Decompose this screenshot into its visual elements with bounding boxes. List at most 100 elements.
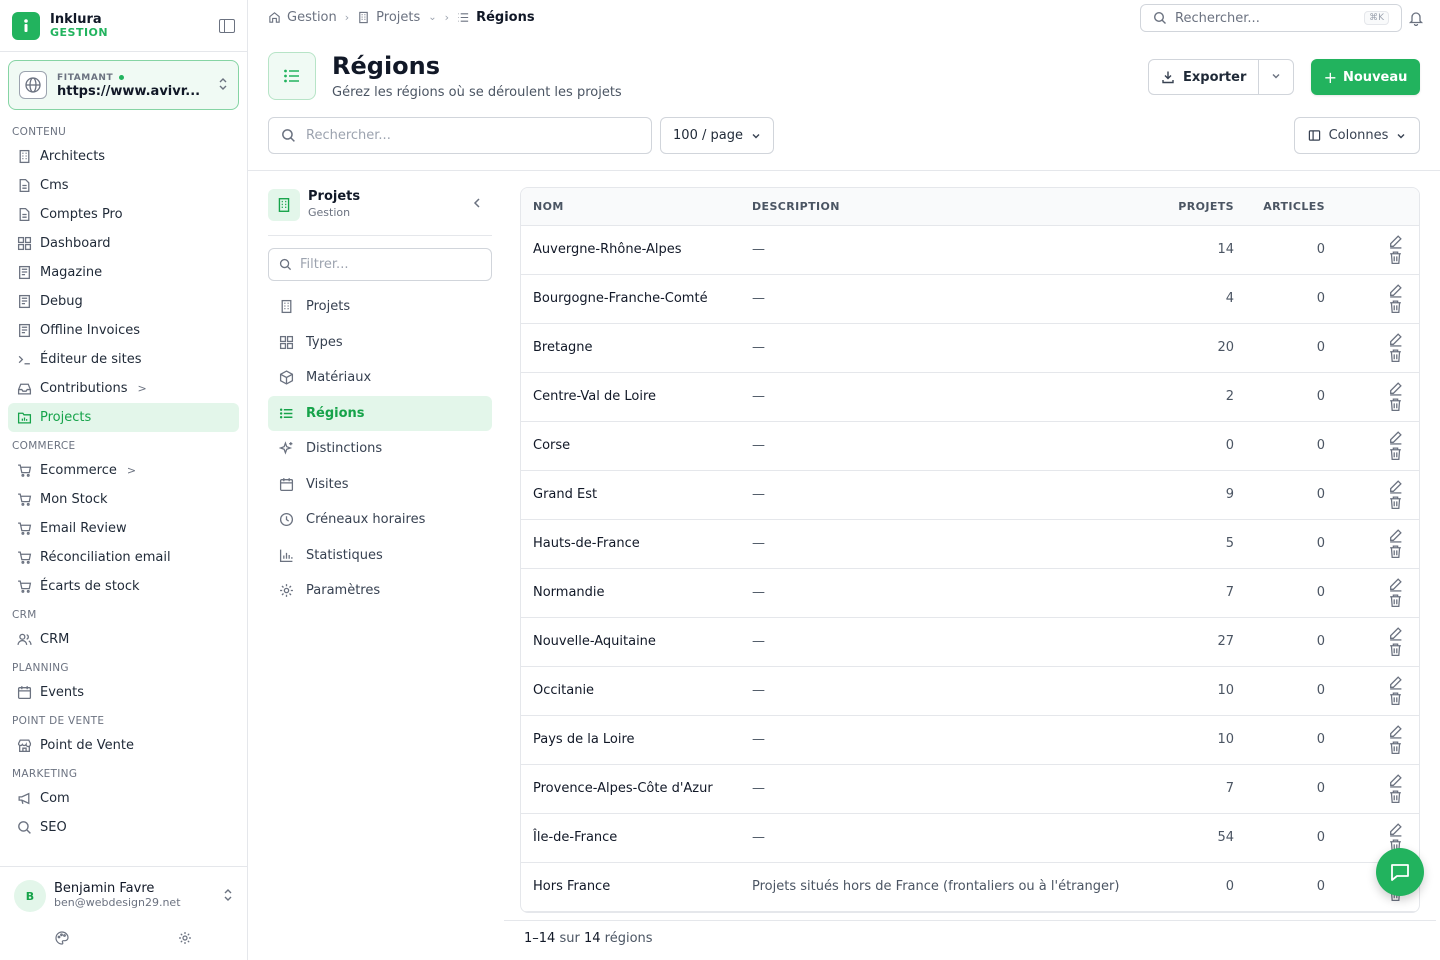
cell-actions	[1337, 421, 1419, 471]
edit-icon[interactable]	[1387, 283, 1403, 299]
subnav-item-regions[interactable]: Régions	[268, 395, 492, 431]
site-switcher[interactable]: FITAMANT https://www.avivr...	[8, 60, 239, 110]
new-button[interactable]: + Nouveau	[1311, 59, 1420, 95]
sidebar-item-label: Debug	[40, 294, 83, 309]
settings-gear-icon[interactable]	[178, 931, 192, 949]
subnav-item-materiaux[interactable]: Matériaux	[268, 360, 492, 396]
sidebar-item-ecarts-de-stock[interactable]: Écarts de stock	[8, 572, 239, 601]
edit-icon[interactable]	[1387, 234, 1403, 250]
sidebar-item-cms[interactable]: Cms	[8, 171, 239, 200]
subnav-item-statistiques[interactable]: Statistiques	[268, 538, 492, 574]
subnav-filter-input[interactable]	[300, 257, 470, 272]
export-options-chevron-icon[interactable]	[1259, 70, 1293, 85]
sidebar-item-point-de-vente[interactable]: Point de Vente	[8, 731, 239, 760]
sidebar-item-offline-invoices[interactable]: Offline Invoices	[8, 316, 239, 345]
edit-icon[interactable]	[1387, 724, 1403, 740]
trash-icon[interactable]	[1387, 740, 1403, 756]
bell-icon[interactable]	[1408, 10, 1424, 30]
sidebar-item-contributions[interactable]: Contributions >	[8, 374, 239, 403]
global-search[interactable]: Rechercher... ⌘K	[1140, 4, 1402, 32]
per-page-select[interactable]: 100 / page	[660, 117, 774, 154]
column-header-nom[interactable]: NOM	[521, 188, 740, 226]
table-row[interactable]: Normandie —7 0	[521, 568, 1419, 618]
edit-icon[interactable]	[1387, 773, 1403, 789]
edit-icon[interactable]	[1387, 479, 1403, 495]
sidebar-item-email-review[interactable]: Email Review	[8, 514, 239, 543]
search-icon	[1153, 11, 1167, 25]
trash-icon[interactable]	[1387, 495, 1403, 511]
subnav-item-types[interactable]: Types	[268, 325, 492, 361]
building-icon	[16, 149, 32, 165]
breadcrumb-home[interactable]: Gestion	[268, 10, 337, 25]
trash-icon[interactable]	[1387, 299, 1403, 315]
subnav-item-distinctions[interactable]: Distinctions	[268, 431, 492, 467]
trash-icon[interactable]	[1387, 593, 1403, 609]
brand-logo[interactable]	[12, 11, 40, 40]
columns-button[interactable]: Colonnes	[1294, 117, 1420, 154]
edit-icon[interactable]	[1387, 528, 1403, 544]
sidebar-item-architects[interactable]: Architects	[8, 142, 239, 171]
sidebar-item-events[interactable]: Events	[8, 678, 239, 707]
table-row[interactable]: Provence-Alpes-Côte d'Azur —7 0	[521, 764, 1419, 814]
table-row[interactable]: Bretagne —20 0	[521, 323, 1419, 373]
edit-icon[interactable]	[1387, 822, 1403, 838]
table-row[interactable]: Auvergne-Rhône-Alpes —14 0	[521, 225, 1419, 275]
subnav-item-creneaux-horaires[interactable]: Créneaux horaires	[268, 502, 492, 538]
edit-icon[interactable]	[1387, 332, 1403, 348]
chevron-left-icon[interactable]	[472, 197, 482, 213]
edit-icon[interactable]	[1387, 675, 1403, 691]
table-row[interactable]: Corse —0 0	[521, 421, 1419, 471]
table-row[interactable]: Pays de la Loire —10 0	[521, 715, 1419, 765]
sidebar-item-crm[interactable]: CRM	[8, 625, 239, 654]
edit-icon[interactable]	[1387, 577, 1403, 593]
column-header-projets[interactable]: PROJETS	[1140, 188, 1246, 226]
table-row[interactable]: Grand Est —9 0	[521, 470, 1419, 520]
trash-icon[interactable]	[1387, 789, 1403, 805]
cell-articles: 0	[1246, 372, 1337, 422]
edit-icon[interactable]	[1387, 381, 1403, 397]
sidebar-item-reconciliation-email[interactable]: Réconciliation email	[8, 543, 239, 572]
trash-icon[interactable]	[1387, 250, 1403, 266]
table-row[interactable]: Hors France Projets situés hors de France…	[521, 862, 1419, 912]
sidebar-item-mon-stock[interactable]: Mon Stock	[8, 485, 239, 514]
subnav-item-projets[interactable]: Projets	[268, 289, 492, 325]
trash-icon[interactable]	[1387, 642, 1403, 658]
sidebar-item-ecommerce[interactable]: Ecommerce >	[8, 456, 239, 485]
column-header-articles[interactable]: ARTICLES	[1246, 188, 1337, 226]
palette-icon[interactable]	[55, 931, 69, 949]
sidebar-item-editeur-de-sites[interactable]: Éditeur de sites	[8, 345, 239, 374]
trash-icon[interactable]	[1387, 397, 1403, 413]
cell-projets: 14	[1140, 225, 1246, 275]
table-row[interactable]: Île-de-France —54 0	[521, 813, 1419, 863]
table-row[interactable]: Occitanie —10 0	[521, 666, 1419, 716]
subnav-item-parametres[interactable]: Paramètres	[268, 573, 492, 609]
sidebar-item-dashboard[interactable]: Dashboard	[8, 229, 239, 258]
sidebar-item-magazine[interactable]: Magazine	[8, 258, 239, 287]
sidebar-item-comptes-pro[interactable]: Comptes Pro	[8, 200, 239, 229]
sidebar-item-com[interactable]: Com	[8, 784, 239, 813]
table-row[interactable]: Centre-Val de Loire —2 0	[521, 372, 1419, 422]
export-button[interactable]: Exporter	[1149, 60, 1260, 94]
table-search-input[interactable]	[306, 128, 626, 143]
trash-icon[interactable]	[1387, 348, 1403, 364]
sidebar-item-debug[interactable]: Debug	[8, 287, 239, 316]
table-row[interactable]: Bourgogne-Franche-Comté —4 0	[521, 274, 1419, 324]
columns-label: Colonnes	[1328, 128, 1389, 143]
subnav-item-visites[interactable]: Visites	[268, 467, 492, 503]
edit-icon[interactable]	[1387, 626, 1403, 642]
chat-button[interactable]	[1376, 848, 1424, 896]
sidebar-item-seo[interactable]: SEO	[8, 813, 239, 842]
sidebar-item-projects[interactable]: Projects	[8, 403, 239, 432]
table-row[interactable]: Hauts-de-France —5 0	[521, 519, 1419, 569]
subnav-item-label: Projets	[306, 299, 351, 315]
column-header-description[interactable]: DESCRIPTION	[740, 188, 1140, 226]
trash-icon[interactable]	[1387, 691, 1403, 707]
trash-icon[interactable]	[1387, 446, 1403, 462]
sidebar-item-label: SEO	[40, 820, 67, 835]
user-menu[interactable]: B Benjamin Favre ben@webdesign29.net	[0, 867, 247, 925]
breadcrumb-parent[interactable]: Projets ⌄	[357, 10, 437, 25]
table-row[interactable]: Nouvelle-Aquitaine —27 0	[521, 617, 1419, 667]
sidebar-toggle-icon[interactable]	[219, 18, 235, 33]
edit-icon[interactable]	[1387, 430, 1403, 446]
trash-icon[interactable]	[1387, 544, 1403, 560]
